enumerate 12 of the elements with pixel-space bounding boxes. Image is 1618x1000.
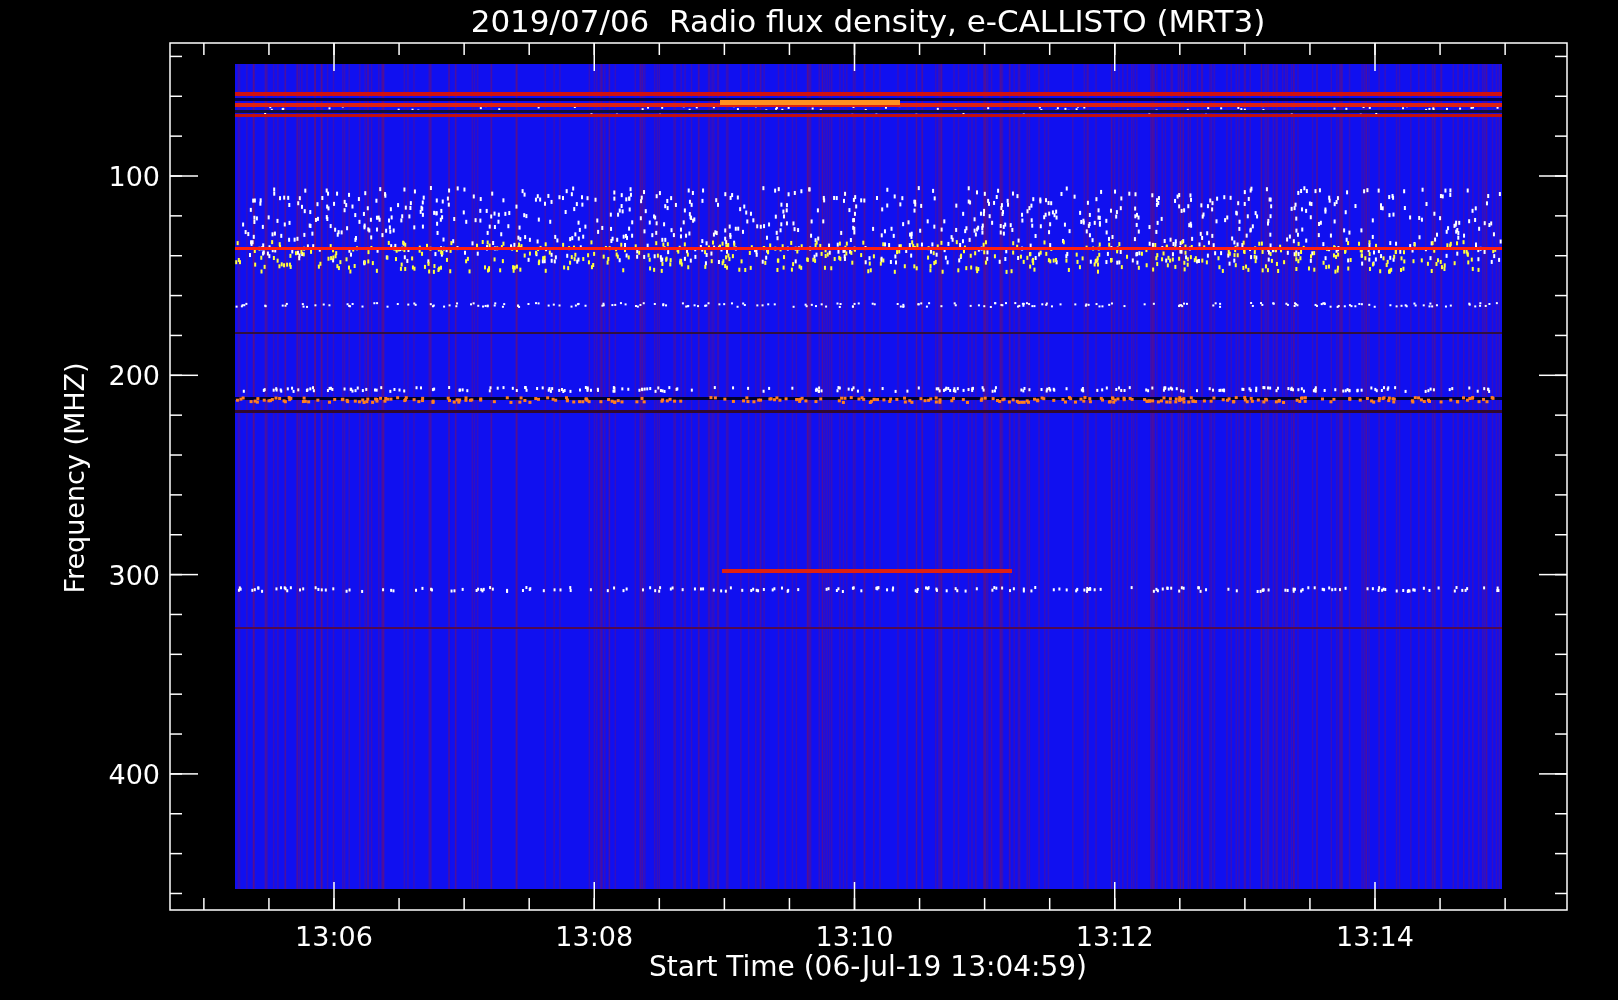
x-tick-label: 13:06 <box>295 921 373 952</box>
x-axis-label: Start Time (06-Jul-19 13:04:59) <box>649 950 1087 983</box>
x-tick-label: 13:08 <box>555 921 634 952</box>
y-tick-label: 100 <box>108 161 160 192</box>
y-tick-label: 400 <box>108 758 160 790</box>
y-tick-label: 300 <box>108 559 160 591</box>
x-tick-label: 13:10 <box>815 921 894 952</box>
y-tick-label: 200 <box>108 360 160 392</box>
x-tick-label: 13:14 <box>1336 921 1414 952</box>
y-axis-label: Frequency (MHZ) <box>59 362 90 594</box>
chart-title: 2019/07/06 Radio flux density, e-CALLISTO (MRT3) <box>470 3 1266 39</box>
x-tick-label: 13:12 <box>1075 921 1154 952</box>
